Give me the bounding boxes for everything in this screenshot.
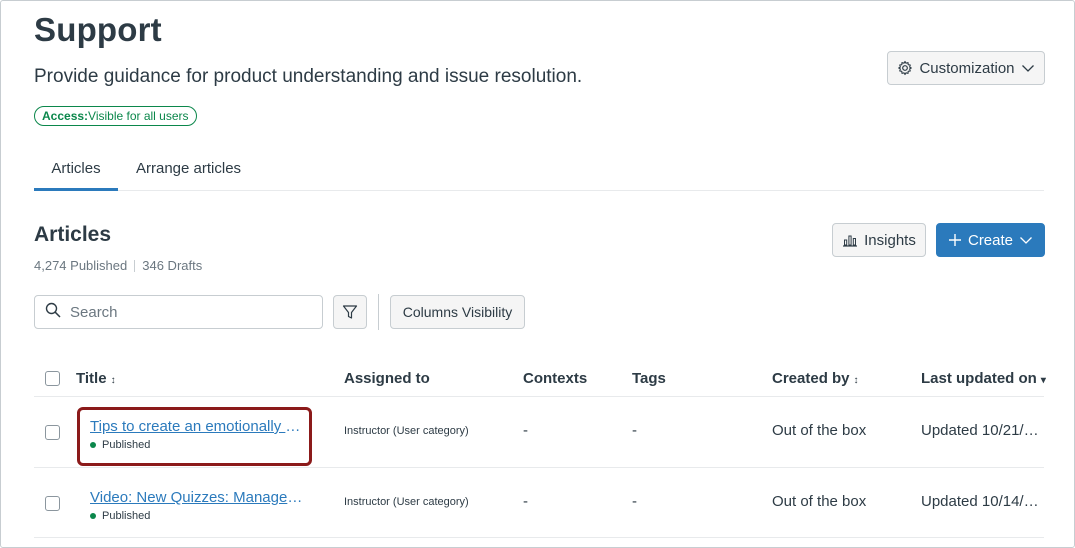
create-button[interactable]: Create [936,223,1045,257]
drafts-count: 346 Drafts [142,258,203,273]
access-label: Access: [42,109,89,123]
search-icon [45,302,61,323]
status-label: Published [102,510,151,522]
last-updated-cell: Updated 10/14/2... [921,493,1044,510]
assigned-to-cell: Instructor (User category) [344,425,469,437]
page-title: Support [34,11,162,48]
article-counts: 4,274 Published 346 Drafts [34,258,202,273]
create-label: Create [967,231,1014,249]
app-frame: Support Provide guidance for product und… [0,0,1075,548]
table-row: Tips to create an emotionally aw... Publ… [34,397,1044,468]
sort-icon: ↕ [110,375,116,386]
published-dot-icon [90,513,96,519]
access-value: Visible for all users [88,109,189,123]
contexts-cell: - [523,493,528,510]
article-title-link[interactable]: Tips to create an emotionally aw... [90,418,304,435]
column-created-by-label: Created by [772,370,850,387]
filter-icon [342,304,358,320]
filter-button[interactable] [333,295,367,329]
tab-list: Articles Arrange articles [34,151,1044,191]
counts-divider [134,259,136,272]
created-by-cell: Out of the box [772,493,867,510]
columns-visibility-button[interactable]: Columns Visibility [390,295,525,329]
customization-label: Customization [919,59,1015,77]
published-dot-icon [90,442,96,448]
gear-icon [897,60,913,76]
status-label: Published [102,439,151,451]
access-badge: Access:Visible for all users [34,106,197,126]
table-header-row: Title ↕ Assigned to Contexts Tags Created… [34,359,1046,397]
published-count: 4,274 Published [34,258,128,273]
page-description: Provide guidance for product understandi… [34,66,583,87]
search-input[interactable] [70,303,300,321]
sort-desc-icon: ▾ [1040,375,1046,386]
articles-heading: Articles [34,223,112,246]
created-by-cell: Out of the box [772,422,867,439]
tags-cell: - [632,493,637,510]
insights-button[interactable]: Insights [832,223,926,257]
assigned-to-cell: Instructor (User category) [344,496,469,508]
insights-label: Insights [864,231,916,249]
table-row: Video: New Quizzes: Manage St... Publish… [34,468,1044,538]
column-tags: Tags [632,370,666,387]
plus-icon [948,233,962,247]
column-title[interactable]: Title ↕ [76,370,116,387]
last-updated-cell: Updated 10/21/2... [921,422,1044,439]
column-last-updated[interactable]: Last updated on ▾ [921,370,1046,387]
select-all-checkbox[interactable] [45,371,60,386]
chevron-down-icon [1019,233,1033,247]
toolbar-divider [378,294,379,330]
status-badge: Published [90,510,150,522]
article-title-link[interactable]: Video: New Quizzes: Manage St... [90,489,304,506]
column-last-updated-label: Last updated on [921,370,1037,387]
status-badge: Published [90,439,150,451]
chart-icon [842,233,858,247]
tags-cell: - [632,422,637,439]
column-created-by[interactable]: Created by ↕ [772,370,859,387]
row-checkbox[interactable] [45,496,60,511]
column-title-label: Title [76,370,107,387]
sort-icon: ↕ [853,375,859,386]
tab-arrange-articles[interactable]: Arrange articles [136,151,241,191]
chevron-down-icon [1021,61,1035,75]
tab-articles[interactable]: Articles [34,151,118,191]
row-checkbox[interactable] [45,425,60,440]
customization-button[interactable]: Customization [887,51,1045,85]
column-contexts: Contexts [523,370,588,387]
search-box[interactable] [34,295,323,329]
contexts-cell: - [523,422,528,439]
column-assigned-to: Assigned to [344,370,430,387]
